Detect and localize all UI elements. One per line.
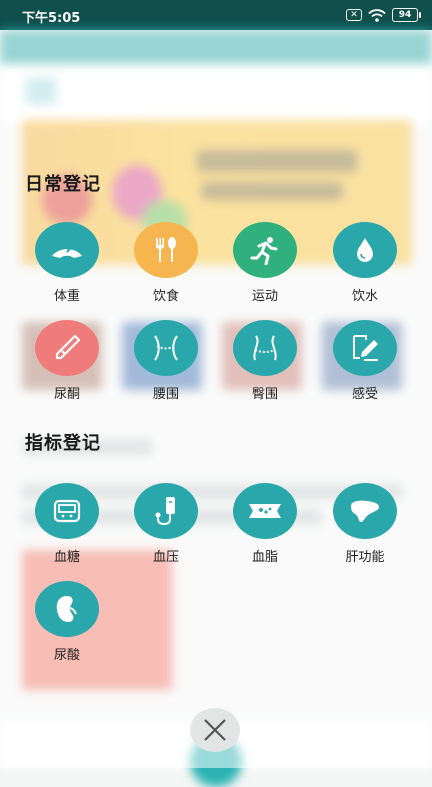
record-menu-overlay: 日常登记 体重 饮食 运动 饮水 尿酮 腰围 臀围 感受 指标登记 血糖 血压 …	[0, 30, 432, 768]
running-icon	[233, 222, 297, 278]
fork-spoon-icon	[134, 222, 198, 278]
record-diet-label: 饮食	[152, 289, 179, 304]
record-urine-ketone-button[interactable]: 尿酮	[22, 320, 112, 402]
status-time: 下午5:05	[22, 11, 81, 26]
notification-icon: ✕	[346, 9, 362, 21]
record-blood-pressure-button[interactable]: 血压	[121, 483, 211, 565]
status-bar: 下午5:05 ✕ 94	[0, 0, 432, 30]
record-liver-function-button[interactable]: 肝功能	[320, 483, 410, 565]
waist-icon	[134, 320, 198, 376]
record-blood-lipid-button[interactable]: 血脂	[220, 483, 310, 565]
test-strip-icon	[35, 320, 99, 376]
blood-pressure-icon	[134, 483, 198, 539]
record-diet-button[interactable]: 饮食	[121, 222, 211, 304]
battery-icon: 94	[392, 8, 421, 22]
record-water-button[interactable]: 饮水	[320, 222, 410, 304]
record-blood-lipid-label: 血脂	[251, 550, 278, 565]
record-weight-label: 体重	[53, 289, 80, 304]
record-hip-label: 臀围	[251, 387, 278, 402]
record-hip-button[interactable]: 臀围	[220, 320, 310, 402]
status-icons: ✕ 94	[346, 8, 421, 22]
record-exercise-button[interactable]: 运动	[220, 222, 310, 304]
record-blood-glucose-button[interactable]: 血糖	[22, 483, 112, 565]
note-pen-icon	[333, 320, 397, 376]
close-icon	[204, 719, 226, 741]
record-blood-glucose-label: 血糖	[53, 550, 80, 565]
wifi-icon	[368, 8, 386, 22]
record-waist-button[interactable]: 腰围	[121, 320, 211, 402]
indicator-section-title: 指标登记	[25, 433, 101, 454]
liver-icon	[333, 483, 397, 539]
daily-section-title: 日常登记	[25, 174, 101, 195]
record-urine-ketone-label: 尿酮	[53, 387, 80, 402]
glucose-meter-icon	[35, 483, 99, 539]
close-button[interactable]	[190, 708, 240, 752]
record-feeling-button[interactable]: 感受	[320, 320, 410, 402]
record-blood-pressure-label: 血压	[152, 550, 179, 565]
water-drop-icon	[333, 222, 397, 278]
record-liver-function-label: 肝功能	[345, 550, 385, 565]
record-feeling-label: 感受	[351, 387, 378, 402]
record-waist-label: 腰围	[152, 387, 179, 402]
lipid-vessel-icon	[233, 483, 297, 539]
hip-icon	[233, 320, 297, 376]
kidney-icon	[35, 581, 99, 637]
record-exercise-label: 运动	[251, 289, 278, 304]
scale-icon	[35, 222, 99, 278]
record-uric-acid-label: 尿酸	[53, 648, 80, 663]
record-water-label: 饮水	[351, 289, 378, 304]
record-weight-button[interactable]: 体重	[22, 222, 112, 304]
record-uric-acid-button[interactable]: 尿酸	[22, 581, 112, 663]
